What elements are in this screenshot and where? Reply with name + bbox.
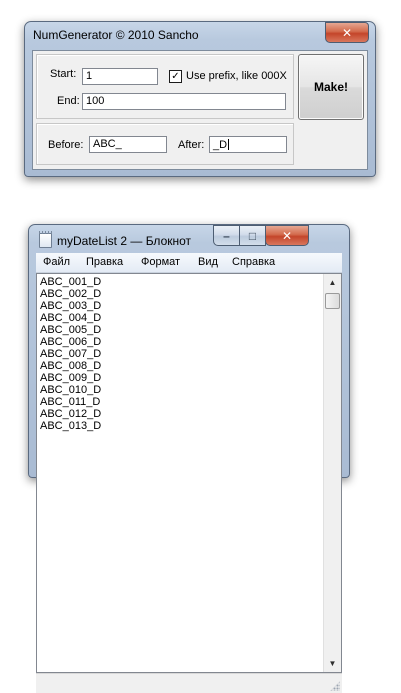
maximize-icon: □ [248, 228, 257, 243]
text-line: ABC_001_D [40, 276, 102, 288]
text-line: ABC_011_D [40, 396, 101, 408]
numgenerator-title: NumGenerator © 2010 Sancho [33, 28, 199, 42]
close-icon: ✕ [341, 25, 353, 40]
numgenerator-close-button[interactable]: ✕ [325, 22, 369, 43]
notepad-minimize-button[interactable]: – [213, 225, 240, 246]
text-line: ABC_005_D [40, 324, 102, 336]
text-line: ABC_012_D [40, 408, 102, 420]
numgenerator-window: NumGenerator © 2010 Sancho ✕ Start: 1 ✓ … [24, 21, 376, 177]
start-field[interactable]: 1 [82, 68, 158, 85]
checkmark-icon: ✓ [171, 71, 180, 82]
make-button[interactable]: Make! [298, 54, 364, 120]
text-line: ABC_006_D [40, 336, 102, 348]
notepad-window-frame: myDateList 2 — Блокнот – □ ✕ Файл Правка… [28, 224, 350, 693]
start-label: Start: [50, 68, 77, 80]
use-prefix-label[interactable]: Use prefix, like 000X [186, 70, 287, 82]
notepad-maximize-button[interactable]: □ [239, 225, 266, 246]
arrow-down-icon: ▼ [328, 659, 337, 668]
arrow-up-icon: ▲ [328, 278, 337, 287]
text-line: ABC_007_D [40, 348, 102, 360]
resize-grip-icon[interactable] [330, 681, 340, 691]
scroll-down-button[interactable]: ▼ [324, 655, 341, 672]
notepad-app-icon [39, 231, 52, 248]
text-line: ABC_010_D [40, 384, 102, 396]
text-line: ABC_003_D [40, 300, 102, 312]
notepad-text-area[interactable]: ABC_001_D ABC_002_D ABC_003_D ABC_004_D … [36, 273, 342, 673]
end-label: End: [57, 95, 80, 107]
notepad-menubar: Файл Правка Формат Вид Справка [36, 253, 342, 273]
vertical-scrollbar[interactable]: ▲ ▼ [323, 274, 341, 672]
numgenerator-titlebar[interactable]: NumGenerator © 2010 Sancho ✕ [25, 22, 375, 50]
menu-edit[interactable]: Правка [86, 256, 123, 268]
end-field[interactable]: 100 [82, 93, 286, 110]
menu-file[interactable]: Файл [43, 256, 70, 268]
text-line: ABC_009_D [40, 372, 102, 384]
scroll-up-button[interactable]: ▲ [324, 274, 341, 291]
menu-view[interactable]: Вид [198, 256, 218, 268]
after-field[interactable]: _D [209, 136, 287, 153]
after-label: After: [178, 139, 205, 151]
menu-format[interactable]: Формат [141, 256, 180, 268]
numgenerator-client: Start: 1 ✓ Use prefix, like 000X End: 10… [32, 50, 368, 170]
before-field[interactable]: ABC_ [89, 136, 167, 153]
after-field-text: _D [213, 139, 228, 151]
menu-help[interactable]: Справка [232, 256, 275, 268]
text-line: ABC_013_D [40, 420, 102, 432]
notepad-close-button[interactable]: ✕ [265, 225, 309, 246]
text-line: ABC_008_D [40, 360, 102, 372]
use-prefix-checkbox[interactable]: ✓ [169, 70, 182, 83]
text-line: ABC_004_D [40, 312, 102, 324]
before-label: Before: [48, 139, 84, 151]
minimize-icon: – [223, 228, 230, 243]
text-lines: ABC_001_D ABC_002_D ABC_003_D ABC_004_D … [40, 276, 101, 432]
notepad-title: myDateList 2 — Блокнот [57, 234, 192, 248]
text-line: ABC_002_D [40, 288, 102, 300]
text-caret [228, 139, 230, 150]
scroll-thumb[interactable] [325, 293, 340, 309]
close-icon: ✕ [281, 228, 293, 243]
notepad-bottom-bar [36, 673, 342, 693]
notepad-titlebar[interactable]: myDateList 2 — Блокнот – □ ✕ [29, 225, 349, 253]
